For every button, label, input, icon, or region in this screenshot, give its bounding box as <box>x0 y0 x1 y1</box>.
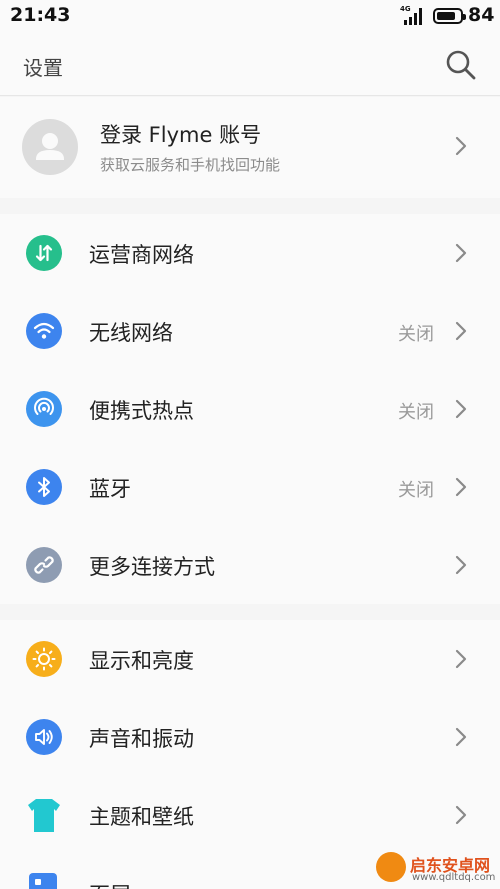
page-title: 设置 <box>23 56 63 80</box>
network-type-label: 4G <box>400 5 411 13</box>
watermark-logo: 启东安卓网 www.qdltdq.com <box>372 852 500 889</box>
wifi-row[interactable]: 无线网络 关闭 <box>0 292 500 370</box>
bluetooth-status: 关闭 <box>398 480 434 501</box>
row-label: 页屏 <box>89 879 131 889</box>
chevron-right-icon <box>455 649 467 669</box>
watermark-icon <box>376 852 406 882</box>
link-icon <box>26 547 62 583</box>
signal-icon: 4G <box>400 5 424 25</box>
search-icon <box>446 50 476 80</box>
display-group: 显示和亮度 声音和振动 主题和壁纸 页屏 <box>0 620 500 889</box>
bluetooth-icon <box>26 469 62 505</box>
chevron-right-icon <box>455 477 467 497</box>
more-connections-row[interactable]: 更多连接方式 <box>0 526 500 604</box>
theme-wallpaper-row[interactable]: 主题和壁纸 <box>0 776 500 854</box>
watermark-url: www.qdltdq.com <box>412 872 496 883</box>
chevron-right-icon <box>455 805 467 825</box>
row-label: 声音和振动 <box>89 727 194 751</box>
row-label: 无线网络 <box>89 321 173 345</box>
brightness-icon <box>26 641 62 677</box>
chevron-right-icon <box>455 727 467 747</box>
avatar <box>22 119 78 175</box>
settings-header: 设置 <box>0 32 500 96</box>
connection-group: 运营商网络 无线网络 关闭 便携式热点 关闭 蓝牙 关闭 更多连接方式 <box>0 214 500 604</box>
wifi-status: 关闭 <box>398 324 434 345</box>
display-brightness-row[interactable]: 显示和亮度 <box>0 620 500 698</box>
sound-vibration-row[interactable]: 声音和振动 <box>0 698 500 776</box>
row-label: 运营商网络 <box>89 243 194 267</box>
status-bar: 21:43 4G 84 <box>0 0 500 32</box>
hotspot-row[interactable]: 便携式热点 关闭 <box>0 370 500 448</box>
row-label: 主题和壁纸 <box>89 805 194 829</box>
chevron-right-icon <box>455 243 467 263</box>
hotspot-icon <box>26 391 62 427</box>
battery-percent: 84 <box>468 4 495 26</box>
hotspot-status: 关闭 <box>398 402 434 423</box>
user-icon <box>36 133 64 160</box>
row-label: 蓝牙 <box>89 477 131 501</box>
battery-icon <box>433 8 466 24</box>
account-subtitle: 获取云服务和手机找回功能 <box>100 156 281 174</box>
status-time: 21:43 <box>10 4 71 26</box>
wifi-icon <box>26 313 62 349</box>
chevron-right-icon <box>455 555 467 575</box>
carrier-icon <box>26 235 62 271</box>
chevron-right-icon <box>455 136 467 156</box>
theme-icon <box>27 796 61 834</box>
row-label: 便携式热点 <box>89 399 194 423</box>
chevron-right-icon <box>455 399 467 419</box>
row-label: 更多连接方式 <box>89 555 215 579</box>
bluetooth-row[interactable]: 蓝牙 关闭 <box>0 448 500 526</box>
account-row[interactable]: 登录 Flyme 账号 获取云服务和手机找回功能 <box>0 97 500 198</box>
chevron-right-icon <box>455 321 467 341</box>
home-screen-icon <box>29 873 57 889</box>
carrier-network-row[interactable]: 运营商网络 <box>0 214 500 292</box>
account-title: 登录 Flyme 账号 <box>100 123 262 147</box>
search-button[interactable] <box>444 48 478 82</box>
sound-icon <box>26 719 62 755</box>
row-label: 显示和亮度 <box>89 649 194 673</box>
battery-fill <box>437 12 456 20</box>
